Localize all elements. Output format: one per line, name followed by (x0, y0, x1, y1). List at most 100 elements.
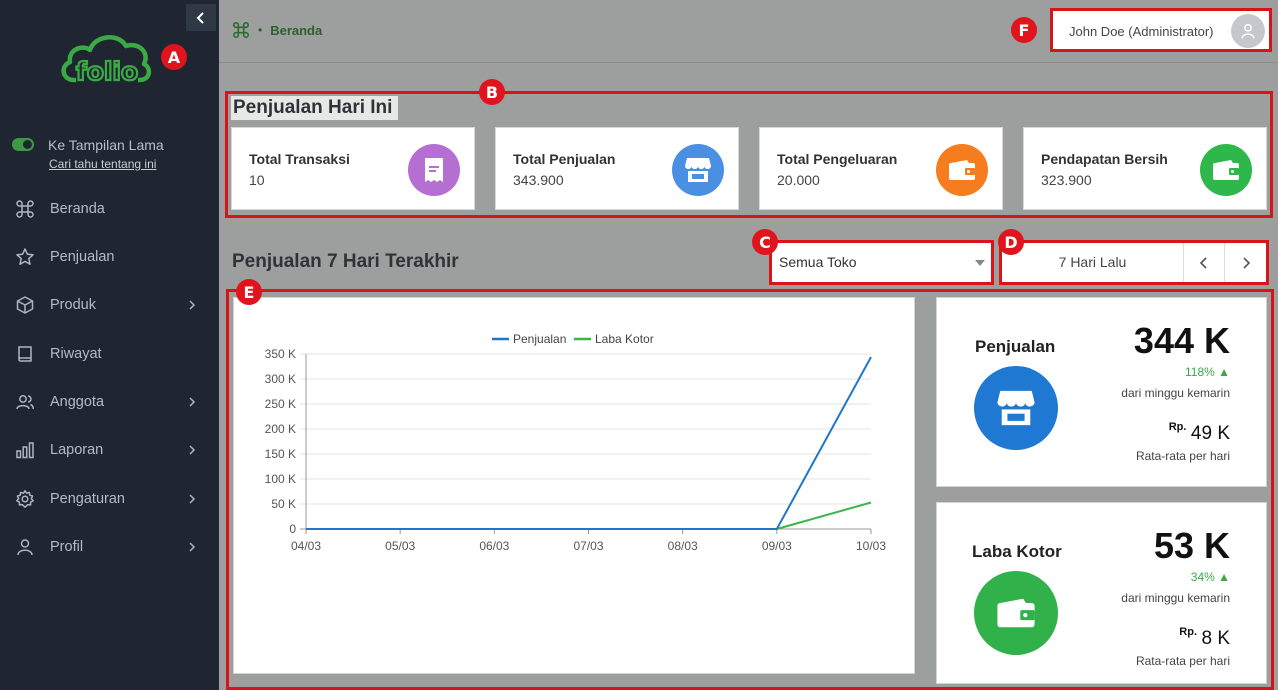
sidebar-item-produk[interactable]: Produk (0, 287, 219, 323)
y-tick-label: 350 K (265, 347, 296, 361)
summary-change: 118% ▲ (1184, 365, 1230, 379)
stat-card-total-pengeluaran: Total Pengeluaran 20.000 (759, 127, 1003, 210)
y-tick-label: 300 K (265, 372, 296, 386)
annotation-badge-a: A (161, 44, 187, 70)
svg-text:folio: folio (76, 57, 138, 86)
summary-card-penjualan: Penjualan 344 K 118% ▲ dari minggu kemar… (936, 297, 1267, 487)
command-icon (233, 22, 249, 38)
sidebar-item-label: Laporan (50, 442, 104, 458)
summary-note: dari minggu kemarin (1121, 386, 1230, 400)
breadcrumb-separator: • (258, 23, 263, 37)
summary-note: dari minggu kemarin (1121, 591, 1230, 605)
sidebar-item-label: Profil (50, 539, 84, 555)
wallet-icon (1200, 144, 1252, 196)
breadcrumb-current[interactable]: Beranda (270, 23, 322, 38)
store-icon (974, 366, 1058, 450)
date-range-label[interactable]: 7 Hari Lalu (1002, 243, 1184, 282)
chevron-right-icon (189, 542, 196, 552)
wallet-icon (936, 144, 988, 196)
summary-average-label: Rata-rata per hari (1135, 449, 1230, 463)
x-tick-label: 10/03 (856, 539, 886, 553)
sidebar-item-penjualan[interactable]: Penjualan (0, 239, 219, 275)
gear-icon (15, 489, 35, 509)
annotation-badge-c: C (752, 229, 778, 255)
user-icon (15, 537, 35, 557)
user-menu[interactable]: John Doe (Administrator) (1050, 8, 1272, 52)
next-range-button[interactable] (1225, 243, 1266, 282)
average-value: 8 K (1201, 628, 1230, 649)
sidebar-item-label: Beranda (50, 201, 105, 217)
stat-card-total-transaksi: Total Transaksi 10 (231, 127, 475, 210)
sales-chart-panel: 0 50 K 100 K 150 K 200 K 250 K 300 K 350 K 04/03… (233, 297, 915, 674)
legend-label: Penjualan (513, 332, 566, 346)
y-tick-label: 50 K (271, 497, 296, 511)
sidebar-item-profil[interactable]: Profil (0, 529, 219, 565)
stat-value: 20.000 (777, 172, 820, 188)
box-icon (15, 295, 35, 315)
series-line-laba-kotor (306, 501, 872, 530)
summary-title: Laba Kotor (972, 542, 1062, 561)
sidebar-item-pengaturan[interactable]: Pengaturan (0, 481, 219, 517)
avatar[interactable] (1231, 14, 1265, 48)
book-icon (15, 344, 35, 364)
folio-logo[interactable]: folio (60, 30, 154, 90)
y-tick-label: 0 (289, 522, 296, 536)
sidebar-item-label: Penjualan (50, 249, 115, 265)
wallet-icon (974, 571, 1058, 655)
store-select[interactable]: Semua Toko (772, 243, 991, 282)
y-tick-label: 100 K (265, 472, 296, 486)
y-tick-label: 250 K (265, 397, 296, 411)
star-icon (15, 247, 35, 267)
stat-label: Total Penjualan (513, 151, 616, 167)
previous-range-button[interactable] (1184, 243, 1225, 282)
sidebar-item-label: Anggota (50, 394, 105, 410)
sidebar-item-label: Produk (50, 297, 96, 313)
y-tick-label: 200 K (265, 422, 296, 436)
toggle-switch[interactable] (12, 138, 34, 151)
store-icon (672, 144, 724, 196)
x-tick-label: 05/03 (385, 539, 415, 553)
weekly-section-title: Penjualan 7 Hari Terakhir (232, 251, 459, 272)
summary-value: 344 K (1133, 320, 1230, 361)
summary-average: Rp. 8 K (1179, 626, 1230, 650)
collapse-sidebar-button[interactable] (186, 4, 216, 31)
chevron-right-icon (189, 397, 196, 407)
sidebar-item-beranda[interactable]: Beranda (0, 191, 219, 227)
chevron-left-icon (196, 11, 204, 24)
chevron-right-icon (189, 445, 196, 455)
users-icon (15, 392, 35, 412)
annotation-badge-f: F (1011, 17, 1037, 43)
chevron-right-icon (189, 300, 196, 310)
stat-label: Pendapatan Bersih (1041, 151, 1168, 167)
summary-value: 53 K (1153, 525, 1230, 566)
summary-card-laba-kotor: Laba Kotor 53 K 34% ▲ dari minggu kemari… (936, 502, 1267, 684)
summary-average-label: Rata-rata per hari (1135, 654, 1230, 668)
y-tick-label: 150 K (265, 447, 296, 461)
x-tick-label: 04/03 (291, 539, 321, 553)
sidebar-item-label: Riwayat (50, 346, 102, 362)
stat-card-pendapatan-bersih: Pendapatan Bersih 323.900 (1023, 127, 1267, 210)
stat-value: 10 (249, 172, 265, 188)
caret-down-icon (975, 260, 985, 266)
x-tick-label: 09/03 (762, 539, 792, 553)
currency-label: Rp. (1168, 421, 1187, 433)
receipt-icon (408, 144, 460, 196)
summary-average: Rp. 49 K (1168, 421, 1230, 445)
sidebar-item-label: Pengaturan (50, 491, 125, 507)
summary-title: Penjualan (975, 337, 1056, 356)
sidebar-item-anggota[interactable]: Anggota (0, 384, 219, 420)
currency-label: Rp. (1179, 626, 1198, 638)
toggle-label: Ke Tampilan Lama (48, 137, 164, 153)
chevron-left-icon (1199, 256, 1207, 269)
header-divider (219, 62, 1278, 63)
sidebar-item-laporan[interactable]: Laporan (0, 432, 219, 468)
average-value: 49 K (1190, 423, 1230, 444)
annotation-badge-e: E (236, 279, 262, 305)
sidebar-item-riwayat[interactable]: Riwayat (0, 336, 219, 372)
annotation-badge-d: D (998, 229, 1024, 255)
series-line-penjualan (306, 356, 872, 530)
stat-value: 323.900 (1041, 172, 1092, 188)
learn-more-link[interactable]: Cari tahu tentang ini (49, 157, 156, 171)
x-tick-label: 06/03 (479, 539, 509, 553)
date-range-picker: 7 Hari Lalu (1002, 243, 1266, 282)
